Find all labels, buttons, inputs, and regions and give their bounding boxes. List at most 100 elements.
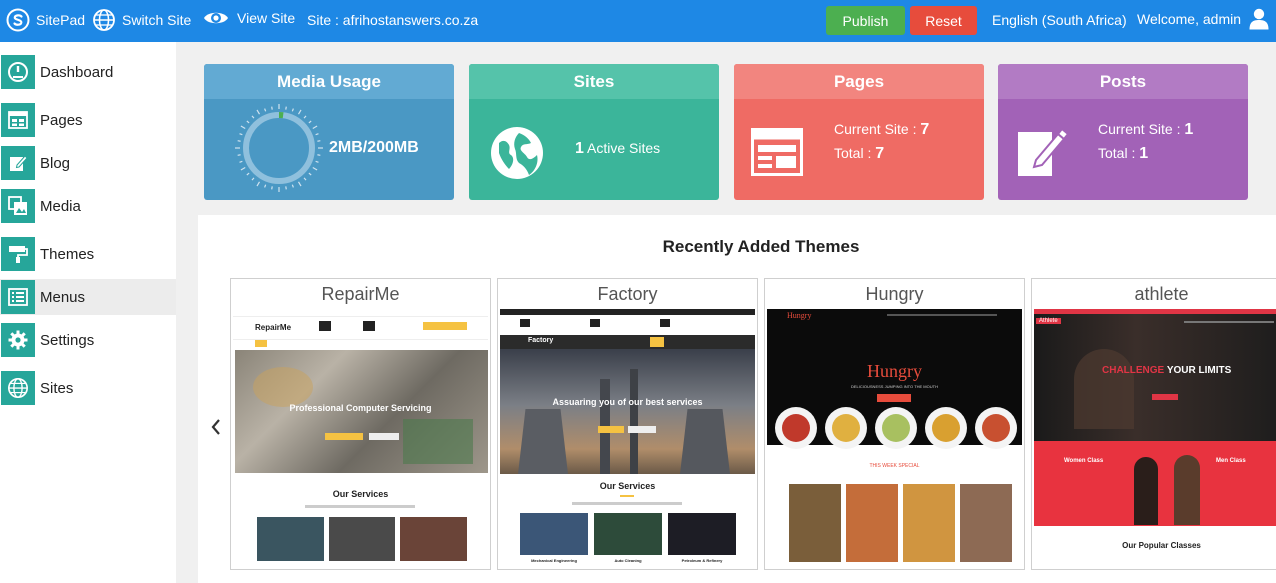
gauge-tick — [308, 172, 312, 176]
gauge-tick — [315, 160, 319, 163]
switch-site-label: Switch Site — [122, 12, 192, 28]
theme-card-factory[interactable]: Factory Factory Assuaring you of our bes… — [497, 278, 758, 570]
media-usage-value: 2MB/200MB — [329, 139, 419, 156]
gauge-tick — [251, 177, 255, 181]
sidebar-item-label: Blog — [40, 154, 71, 172]
preview-section-title: Our Popular Classes — [1122, 541, 1201, 550]
themes-icon — [1, 237, 35, 271]
preview-hero-rest: YOUR LIMITS — [1166, 365, 1232, 376]
media-icon — [1, 189, 35, 223]
preview-hero-accent: CHALLENGE — [1102, 365, 1165, 376]
theme-card-athlete[interactable]: athlete Athlete CHALLENGE YOUR LIMITS Wo… — [1031, 278, 1276, 570]
theme-preview-factory: Factory Assuaring you of our best servic… — [500, 309, 755, 569]
posts-total-value: 1 — [1139, 145, 1149, 162]
gauge-tick — [312, 166, 318, 171]
preview-logo: RepairMe — [255, 323, 292, 332]
user-menu[interactable]: Welcome, admin — [1137, 8, 1269, 30]
recent-themes-panel: Recently Added Themes RepairMe RepairMe … — [198, 215, 1276, 583]
pages-total-row: Total : 7 — [834, 145, 884, 163]
preview-plate — [925, 407, 967, 449]
active-sites-text: 1 Active Sites — [575, 140, 660, 158]
gauge-tick — [285, 186, 287, 190]
preview-service-label: Mechanical Engineering — [531, 558, 577, 563]
sidebar-item-settings[interactable]: Settings — [0, 322, 176, 358]
chevron-left-icon — [211, 419, 220, 435]
posts-total-label: Total : — [1098, 145, 1136, 161]
brand-logo[interactable]: SitePad — [6, 8, 85, 32]
sidebar-item-themes[interactable]: Themes — [0, 236, 176, 272]
sidebar-item-label: Menus — [40, 288, 86, 306]
user-icon — [1249, 8, 1269, 30]
preview-service-label: Auto Cleaning — [614, 558, 642, 563]
sidebar: Dashboard Pages Blog Media Themes Menus — [0, 42, 176, 583]
preview-hero-text: Professional Computer Servicing — [289, 403, 432, 413]
preview-men-class: Men Class — [1216, 458, 1246, 464]
gauge-tick — [246, 172, 250, 176]
media-usage-card[interactable]: Media Usage 2MB/200MB — [204, 64, 454, 200]
gauge-tick — [271, 186, 273, 190]
publish-button[interactable]: Publish — [826, 6, 905, 35]
gauge-tick — [308, 120, 312, 124]
sidebar-item-dashboard[interactable]: Dashboard — [0, 54, 176, 90]
pages-total-value: 7 — [875, 145, 885, 162]
preview-logo: Factory — [528, 337, 554, 344]
posts-card[interactable]: Posts Current Site : 1 Total : 1 — [998, 64, 1248, 200]
dashboard-icon — [1, 55, 35, 89]
preview-plate — [775, 407, 817, 449]
preview-special-title: THIS WEEK SPECIAL — [869, 463, 920, 469]
menus-icon — [1, 280, 35, 314]
carousel-prev-button[interactable] — [208, 415, 224, 439]
preview-plate — [825, 407, 867, 449]
theme-card-hungry[interactable]: Hungry Hungry Hungry DELICIOUSNESS JUMPI… — [764, 278, 1025, 570]
sidebar-item-sites[interactable]: Sites — [0, 370, 176, 406]
pages-card[interactable]: Pages Current Site : 7 Total : 7 — [734, 64, 984, 200]
top-bar: SitePad Switch Site View Site Site : afr… — [0, 0, 1276, 42]
preview-service-label: Petroleum & Refinery — [681, 558, 723, 563]
sidebar-item-media[interactable]: Media — [0, 188, 176, 224]
edit-icon — [1018, 127, 1068, 176]
pages-title: Pages — [734, 64, 984, 99]
view-site-link[interactable]: View Site — [203, 8, 295, 28]
sidebar-item-menus[interactable]: Menus — [0, 279, 176, 315]
sidebar-item-pages[interactable]: Pages — [0, 102, 176, 138]
gauge-tick — [256, 181, 261, 187]
gauge-tick — [240, 125, 246, 130]
posts-title: Posts — [998, 64, 1248, 99]
posts-total-row: Total : 1 — [1098, 145, 1148, 163]
pages-current-row: Current Site : 7 — [834, 121, 929, 139]
switch-site-link[interactable]: Switch Site — [92, 8, 191, 32]
recent-themes-title: Recently Added Themes — [662, 237, 860, 256]
pages-current-value: 7 — [920, 121, 930, 138]
sidebar-item-label: Sites — [40, 379, 74, 397]
reset-button[interactable]: Reset — [910, 6, 977, 35]
gauge-tick — [264, 184, 267, 188]
welcome-label: Welcome, admin — [1137, 11, 1242, 27]
preview-hero-text: CHALLENGE YOUR LIMITS — [1102, 365, 1231, 376]
globe-icon — [491, 127, 543, 179]
preview-women-class: Women Class — [1064, 458, 1104, 464]
pages-icon — [1, 103, 35, 137]
gauge-tick — [297, 181, 302, 187]
preview-logo: Hungry — [787, 311, 812, 320]
preview-hero-text: Assuaring you of our best services — [552, 397, 703, 407]
eye-icon — [204, 12, 228, 24]
gauge-tick — [246, 120, 250, 124]
sites-card[interactable]: Sites 1 Active Sites — [469, 64, 719, 200]
blog-icon — [1, 146, 35, 180]
preview-plate — [875, 407, 917, 449]
sidebar-item-blog[interactable]: Blog — [0, 145, 176, 181]
gauge-tick — [297, 109, 302, 115]
theme-card-repairme[interactable]: RepairMe RepairMe Professional Computer … — [230, 278, 491, 570]
posts-current-value: 1 — [1184, 121, 1194, 138]
gauge-tick — [264, 108, 267, 112]
sidebar-item-label: Pages — [40, 111, 83, 129]
storage-gauge — [235, 104, 323, 192]
gauge-tick — [291, 108, 294, 112]
sitepad-logo-icon — [6, 8, 30, 32]
gauge-tick — [237, 154, 241, 156]
posts-current-row: Current Site : 1 — [1098, 121, 1193, 139]
language-selector[interactable]: English (South Africa) — [992, 12, 1127, 28]
sidebar-item-label: Dashboard — [40, 63, 114, 81]
preview-plate — [975, 407, 1017, 449]
pages-total-label: Total : — [834, 145, 872, 161]
